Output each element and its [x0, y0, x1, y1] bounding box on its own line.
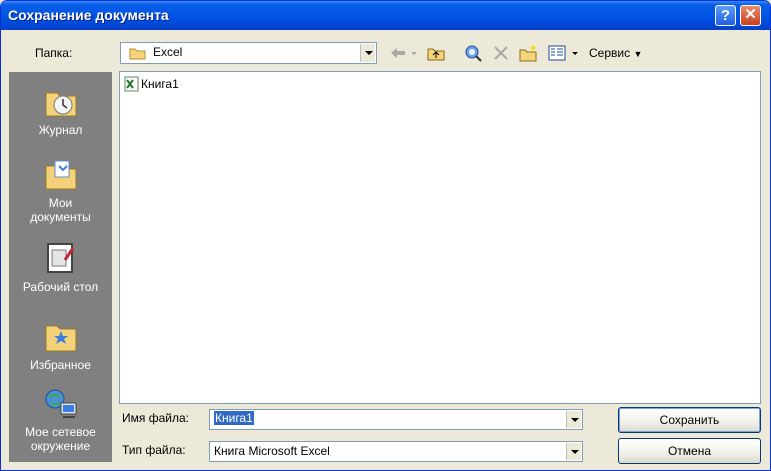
up-folder-icon[interactable] [426, 43, 446, 63]
back-dropdown-icon[interactable] [410, 43, 418, 63]
folder-combo[interactable]: Excel [120, 42, 377, 64]
folder-label: Папка: [35, 46, 73, 60]
folder-icon [129, 48, 146, 60]
place-label-line: документы [30, 210, 91, 224]
help-button[interactable]: ? [715, 5, 736, 26]
place-label-line: окружение [30, 439, 91, 453]
filename-label: Имя файла: [122, 411, 189, 425]
place-network[interactable]: Мое сетевое окружение [9, 387, 112, 453]
save-button[interactable]: Сохранить [618, 407, 761, 433]
file-name: Книга1 [141, 77, 179, 91]
place-favorites[interactable]: Избранное [9, 320, 112, 372]
delete-icon[interactable] [491, 43, 511, 63]
close-button[interactable]: ✕ [740, 5, 761, 26]
my-documents-icon [45, 160, 76, 190]
filetype-label: Тип файла: [122, 443, 186, 457]
place-label-line: Журнал [38, 123, 83, 137]
place-my-documents[interactable]: Мои документы [9, 158, 112, 224]
service-menu[interactable]: Сервис ▼ [589, 46, 642, 60]
cancel-button[interactable]: Отмена [618, 438, 761, 464]
filetype-select[interactable]: Книга Microsoft Excel [209, 441, 583, 462]
title-bar[interactable]: Сохранение документа ? ✕ [1, 1, 770, 30]
place-label-line: Рабочий стол [22, 280, 99, 294]
excel-workbook-icon [124, 76, 139, 92]
filename-dropdown-arrow[interactable] [566, 411, 581, 428]
views-icon[interactable] [547, 43, 567, 63]
new-folder-icon[interactable] [518, 43, 538, 63]
filename-value: Книга1 [214, 411, 254, 425]
places-bar: Журнал Мои документы Рабочий стол Избран… [9, 72, 112, 462]
file-list[interactable]: Книга1 [119, 71, 761, 404]
search-web-icon[interactable] [463, 43, 483, 63]
folder-dropdown-arrow[interactable] [360, 44, 375, 62]
place-label-line: Избранное [30, 358, 91, 372]
filetype-value: Книга Microsoft Excel [214, 444, 330, 458]
place-history[interactable]: Журнал [9, 85, 112, 137]
filetype-dropdown-arrow[interactable] [566, 443, 581, 460]
place-desktop[interactable]: Рабочий стол [9, 242, 112, 294]
favorites-icon [45, 325, 76, 352]
service-dropdown-icon: ▼ [633, 49, 643, 59]
views-dropdown-icon[interactable] [571, 43, 579, 63]
folder-value: Excel [153, 45, 183, 59]
network-places-icon [45, 389, 76, 418]
desktop-icon [46, 243, 74, 273]
back-arrow-icon[interactable] [388, 43, 408, 63]
history-icon [45, 92, 76, 117]
place-label-line: Мои [48, 196, 73, 210]
place-label-line: Мое сетевое [25, 425, 96, 439]
save-dialog: Сохранение документа ? ✕ Папка: Excel Се… [0, 0, 771, 471]
service-menu-label: Сервис [589, 46, 631, 60]
window-title: Сохранение документа [8, 7, 169, 23]
filename-field[interactable]: Книга1 [209, 409, 583, 430]
